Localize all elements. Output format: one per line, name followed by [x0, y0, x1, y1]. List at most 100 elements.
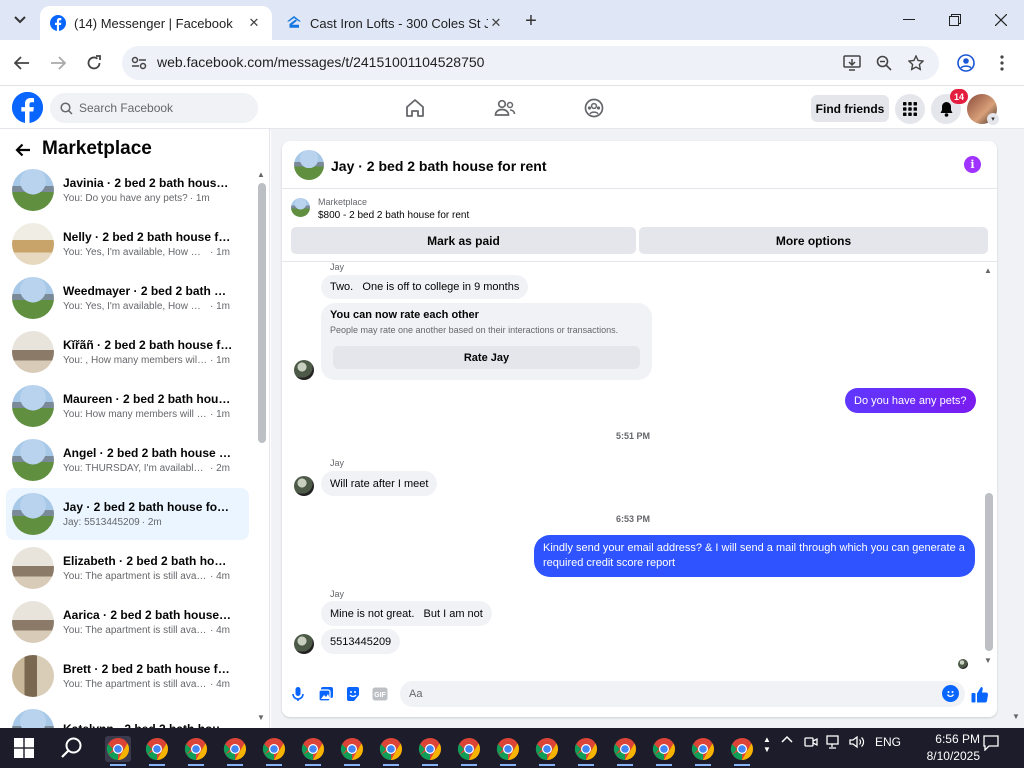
chrome-taskbar-icon[interactable]: [105, 736, 131, 762]
gif-icon[interactable]: GIF: [371, 685, 389, 703]
meet-now-icon[interactable]: [802, 735, 820, 749]
chrome-taskbar-icon[interactable]: [339, 736, 365, 762]
scroll-down-arrow-icon[interactable]: ▼: [257, 713, 265, 722]
conversation-text: Maureen · 2 bed 2 bath house for rent You…: [63, 392, 249, 420]
url-text[interactable]: web.facebook.com/messages/t/241510011045…: [157, 54, 484, 70]
listing-price[interactable]: $800 - 2 bed 2 bath house for rent: [318, 210, 469, 221]
profile-icon[interactable]: [955, 53, 977, 73]
conversation-item[interactable]: Nelly · 2 bed 2 bath house for rent You: …: [6, 218, 249, 270]
notification-center-icon[interactable]: [981, 735, 1001, 751]
back-arrow-icon[interactable]: [8, 49, 36, 77]
chrome-taskbar-icon[interactable]: [690, 736, 716, 762]
show-hidden-icons-chevron-icon[interactable]: [778, 735, 796, 743]
sender-avatar[interactable]: [294, 360, 314, 380]
incoming-message[interactable]: 5513445209: [321, 629, 401, 654]
chrome-taskbar-icon[interactable]: [417, 736, 443, 762]
chrome-taskbar-icon[interactable]: [222, 736, 248, 762]
tab-messenger[interactable]: (14) Messenger | Facebook ✕: [40, 6, 272, 40]
chrome-taskbar-icon[interactable]: [183, 736, 209, 762]
incoming-message[interactable]: Two. One is off to college in 9 months: [321, 275, 529, 299]
incoming-message[interactable]: Will rate after I meet: [321, 471, 438, 496]
close-tab-icon[interactable]: ✕: [246, 15, 262, 31]
outgoing-message[interactable]: Kindly send your email address? & I will…: [534, 535, 975, 577]
emoji-icon[interactable]: [942, 685, 959, 702]
conversation-item[interactable]: Brett · 2 bed 2 bath house for rent You: …: [6, 650, 249, 702]
chrome-taskbar-icon[interactable]: [261, 736, 287, 762]
conversation-item[interactable]: Weedmayer · 2 bed 2 bath house for rent Y…: [6, 272, 249, 324]
home-icon[interactable]: [403, 97, 427, 119]
scroll-down-arrow-icon[interactable]: ▼: [984, 656, 992, 665]
chat-listing-avatar[interactable]: [294, 150, 324, 180]
network-icon[interactable]: [825, 735, 843, 749]
chrome-taskbar-icon[interactable]: [378, 736, 404, 762]
photo-gallery-icon[interactable]: [317, 685, 335, 703]
friends-icon[interactable]: [493, 97, 517, 119]
conversation-preview: You: The apartment is still available: [63, 679, 208, 690]
sticker-icon[interactable]: [344, 685, 362, 703]
conversation-item[interactable]: Javinia · 2 bed 2 bath house for rent You…: [6, 166, 249, 216]
conversation-item[interactable]: Katelynn · 2 bed 2 bath house for rent: [6, 704, 249, 728]
close-tab-icon[interactable]: ✕: [488, 15, 504, 31]
minimize-icon[interactable]: [886, 0, 932, 40]
listing-thumbnail[interactable]: [291, 198, 310, 217]
scroll-up-arrow-icon[interactable]: ▲: [984, 266, 992, 275]
back-arrow-icon[interactable]: [12, 140, 34, 160]
taskbar-scroll-arrows-icon[interactable]: ▲ ▼: [760, 735, 774, 755]
install-app-icon[interactable]: [841, 53, 863, 73]
chrome-taskbar-icon[interactable]: [729, 736, 755, 762]
outgoing-message[interactable]: Do you have any pets?: [845, 388, 976, 413]
info-icon[interactable]: i: [964, 156, 981, 173]
message-input[interactable]: Aa: [400, 681, 965, 707]
chrome-taskbar-icon[interactable]: [573, 736, 599, 762]
conversation-item[interactable]: Aarica · 2 bed 2 bath house for rent You:…: [6, 596, 249, 648]
more-options-button[interactable]: More options: [639, 227, 988, 254]
sender-avatar[interactable]: [294, 476, 314, 496]
conversation-item[interactable]: Kĭřãñ · 2 bed 2 bath house for rent You: …: [6, 326, 249, 378]
chrome-taskbar-icon[interactable]: [144, 736, 170, 762]
chrome-taskbar-icon[interactable]: [534, 736, 560, 762]
mark-as-paid-button[interactable]: Mark as paid: [291, 227, 636, 254]
conversation-item[interactable]: Angel · 2 bed 2 bath house for rent You: …: [6, 434, 249, 486]
facebook-logo-icon[interactable]: [12, 92, 43, 123]
new-tab-plus-icon[interactable]: +: [520, 10, 542, 32]
incoming-message[interactable]: Mine is not great. But I am not: [321, 601, 492, 626]
forward-arrow-icon[interactable]: [44, 49, 72, 77]
sidebar-scrollbar[interactable]: [258, 183, 266, 443]
menu-grid-icon[interactable]: [895, 94, 925, 124]
restore-icon[interactable]: [932, 0, 978, 40]
close-window-icon[interactable]: [978, 0, 1024, 40]
chrome-taskbar-icon[interactable]: [495, 736, 521, 762]
windows-start-icon[interactable]: [14, 738, 34, 758]
tab-zillow[interactable]: Cast Iron Lofts - 300 Coles St Je ✕: [276, 6, 514, 40]
thumbs-up-icon[interactable]: [970, 684, 990, 704]
chrome-taskbar-icon[interactable]: [612, 736, 638, 762]
tab-search-chevron-icon[interactable]: [7, 8, 33, 32]
sender-avatar[interactable]: [294, 634, 314, 654]
facebook-search-input[interactable]: Search Facebook: [50, 93, 258, 123]
rate-jay-button[interactable]: Rate Jay: [333, 346, 640, 369]
account-chevron-icon[interactable]: ▾: [987, 113, 999, 125]
taskbar-search-icon[interactable]: [60, 736, 84, 760]
taskbar-clock[interactable]: 6:56 PM 8/10/2025: [900, 731, 980, 765]
page-scroll-down-arrow-icon[interactable]: ▼: [1012, 712, 1020, 721]
chat-scrollbar[interactable]: [985, 493, 993, 651]
chrome-taskbar-icon[interactable]: [456, 736, 482, 762]
chrome-taskbar-icon[interactable]: [300, 736, 326, 762]
microphone-icon[interactable]: [289, 685, 307, 703]
chrome-taskbar-icon[interactable]: [651, 736, 677, 762]
groups-icon[interactable]: [582, 97, 606, 119]
conversation-item[interactable]: Jay · 2 bed 2 bath house for rent Jay: 55…: [6, 488, 249, 540]
menu-kebab-icon[interactable]: [991, 53, 1013, 73]
bookmark-star-icon[interactable]: [905, 53, 927, 73]
active-app-indicator: [266, 764, 282, 766]
find-friends-button[interactable]: Find friends: [811, 95, 889, 122]
zoom-icon[interactable]: [873, 53, 895, 73]
conversation-item[interactable]: Maureen · 2 bed 2 bath house for rent You…: [6, 380, 249, 432]
site-settings-icon[interactable]: [128, 53, 150, 73]
chat-title[interactable]: Jay · 2 bed 2 bath house for rent: [331, 158, 547, 174]
volume-icon[interactable]: [848, 735, 866, 749]
conversation-item[interactable]: Elizabeth · 2 bed 2 bath house for rent Y…: [6, 542, 249, 594]
reload-icon[interactable]: [80, 49, 108, 77]
scroll-up-arrow-icon[interactable]: ▲: [257, 170, 265, 179]
seen-avatar: [958, 659, 968, 669]
